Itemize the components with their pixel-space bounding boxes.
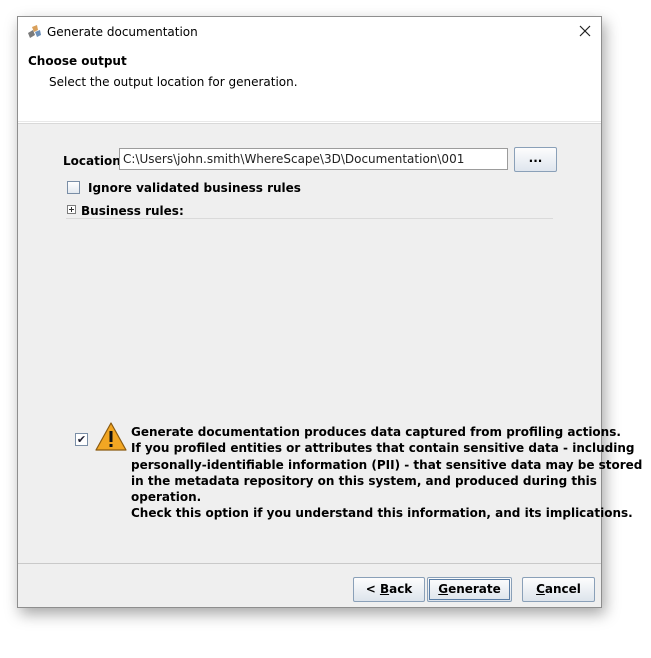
warning-line: Generate documentation produces data cap… xyxy=(131,425,621,439)
browse-button[interactable]: ... xyxy=(514,147,557,172)
cancel-rest: ancel xyxy=(544,582,581,596)
window-title: Generate documentation xyxy=(47,25,198,39)
ignore-rules-checkbox[interactable] xyxy=(67,181,80,194)
close-icon xyxy=(579,25,591,40)
generate-button[interactable]: Generate xyxy=(427,577,512,602)
header-divider xyxy=(18,121,601,122)
generate-rest: enerate xyxy=(448,582,501,596)
plus-expander-icon[interactable] xyxy=(67,205,76,214)
warning-message: Generate documentation produces data cap… xyxy=(131,424,643,522)
generate-mnemonic: G xyxy=(438,582,449,596)
close-button[interactable] xyxy=(569,17,601,47)
warning-line: in the metadata repository on this syste… xyxy=(131,473,597,488)
footer-divider xyxy=(18,563,601,564)
warning-icon xyxy=(95,422,127,452)
wizard-header: Choose output Select the output location… xyxy=(18,47,601,124)
warning-line: If you profiled entities or attributes t… xyxy=(131,441,635,456)
back-prefix: < xyxy=(365,582,380,596)
dialog-window: Generate documentation Choose output Sel… xyxy=(17,16,643,608)
warning-line: personally-identifiable information (PII… xyxy=(131,457,643,472)
location-input[interactable] xyxy=(119,148,508,170)
cancel-button[interactable]: Cancel xyxy=(522,577,595,602)
title-bar[interactable]: Generate documentation xyxy=(18,17,601,47)
back-mnemonic: B xyxy=(379,582,390,596)
location-label: Location: xyxy=(63,154,126,168)
acknowledge-checkbox[interactable]: ✔ xyxy=(75,433,88,446)
cancel-mnemonic: C xyxy=(536,582,545,596)
page-subtitle: Select the output location for generatio… xyxy=(49,75,298,89)
app-icon xyxy=(26,24,42,40)
business-rules-divider xyxy=(66,218,553,219)
back-rest: ack xyxy=(389,582,413,596)
page-title: Choose output xyxy=(28,54,127,68)
business-rules-label[interactable]: Business rules: xyxy=(81,204,184,218)
warning-line: Check this option if you understand this… xyxy=(131,506,633,521)
back-button[interactable]: < Back xyxy=(353,577,425,602)
warning-line: operation. xyxy=(131,490,202,505)
ignore-rules-label[interactable]: Ignore validated business rules xyxy=(88,181,301,195)
